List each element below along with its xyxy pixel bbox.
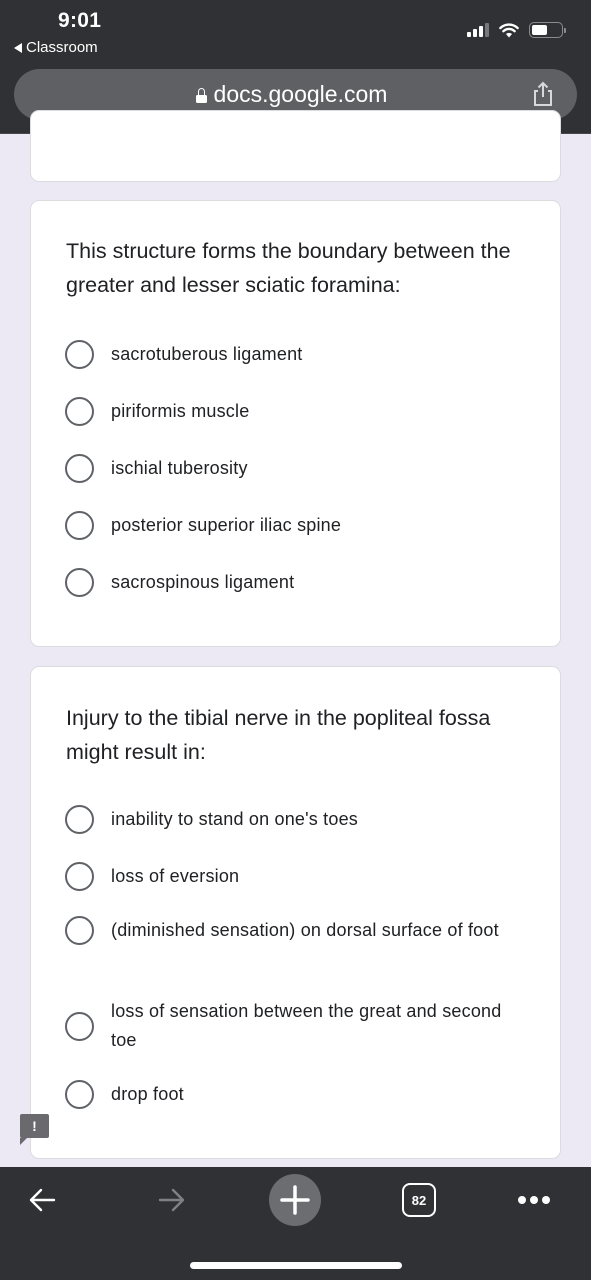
report-feedback-button[interactable]: ! xyxy=(20,1114,49,1145)
back-app-label: Classroom xyxy=(26,39,98,56)
lock-icon xyxy=(195,87,207,103)
share-icon[interactable] xyxy=(531,81,555,107)
question-title: This structure forms the boundary betwee… xyxy=(66,239,511,297)
option-label: ischial tuberosity xyxy=(111,458,248,478)
forward-button[interactable] xyxy=(152,1180,192,1220)
back-arrow-icon xyxy=(29,1188,56,1212)
option-diminished-sensation-dorsal-foot[interactable]: (diminished sensation) on dorsal surface… xyxy=(65,916,520,945)
back-triangle-icon xyxy=(14,42,22,53)
question-title: Injury to the tibial nerve in the poplit… xyxy=(66,706,491,764)
radio-button[interactable] xyxy=(65,1011,94,1041)
radio-button[interactable] xyxy=(65,511,94,540)
forward-arrow-icon xyxy=(158,1188,185,1212)
more-menu-button[interactable] xyxy=(512,1180,556,1220)
url-text: docs.google.com xyxy=(213,81,388,107)
radio-button[interactable] xyxy=(65,862,94,891)
radio-button[interactable] xyxy=(65,1080,94,1109)
option-ischial-tuberosity[interactable]: ischial tuberosity xyxy=(65,454,520,483)
radio-button[interactable] xyxy=(65,916,94,945)
back-to-app-button[interactable]: Classroom xyxy=(14,39,98,56)
option-label: sacrospinous ligament xyxy=(111,572,295,592)
plus-icon xyxy=(280,1185,310,1215)
option-loss-of-sensation-great-second-toe[interactable]: loss of sensation between the great and … xyxy=(65,997,520,1055)
option-label: posterior superior iliac spine xyxy=(111,515,342,535)
back-button[interactable] xyxy=(22,1180,62,1220)
question-card-2: Injury to the tibial nerve in the poplit… xyxy=(30,666,561,1159)
option-label: loss of eversion xyxy=(111,866,240,886)
home-indicator[interactable] xyxy=(190,1262,402,1269)
option-label: piriformis muscle xyxy=(111,401,250,421)
radio-button[interactable] xyxy=(65,805,94,834)
cellular-signal-icon xyxy=(467,23,489,37)
radio-button[interactable] xyxy=(65,568,94,597)
option-label: sacrotuberous ligament xyxy=(111,344,303,364)
option-piriformis-muscle[interactable]: piriformis muscle xyxy=(65,397,520,426)
option-drop-foot[interactable]: drop foot xyxy=(65,1080,520,1109)
tab-switcher-button[interactable]: 82 xyxy=(402,1183,436,1217)
option-sacrotuberous-ligament[interactable]: sacrotuberous ligament xyxy=(65,340,520,369)
previous-question-card xyxy=(30,110,561,182)
option-label: (diminished sensation) on dorsal surface… xyxy=(111,920,499,940)
option-sacrospinous-ligament[interactable]: sacrospinous ligament xyxy=(65,568,520,597)
status-icons xyxy=(467,22,566,38)
option-label: inability to stand on one's toes xyxy=(111,809,358,829)
radio-button[interactable] xyxy=(65,454,94,483)
option-label: drop foot xyxy=(111,1084,184,1104)
menu-dot-icon xyxy=(518,1196,526,1204)
option-loss-of-eversion[interactable]: loss of eversion xyxy=(65,862,520,891)
question-card-1: This structure forms the boundary betwee… xyxy=(30,200,561,647)
option-inability-to-stand-on-toes[interactable]: inability to stand on one's toes xyxy=(65,805,520,834)
wifi-icon xyxy=(499,22,519,37)
battery-icon xyxy=(529,22,566,38)
radio-button[interactable] xyxy=(65,340,94,369)
new-tab-button[interactable] xyxy=(269,1174,321,1226)
menu-dot-icon xyxy=(542,1196,550,1204)
option-posterior-superior-iliac-spine[interactable]: posterior superior iliac spine xyxy=(65,511,520,540)
radio-button[interactable] xyxy=(65,397,94,426)
option-label: loss of sensation between the great and … xyxy=(111,1001,502,1050)
menu-dot-icon xyxy=(530,1196,538,1204)
status-time: 9:01 xyxy=(58,9,102,32)
